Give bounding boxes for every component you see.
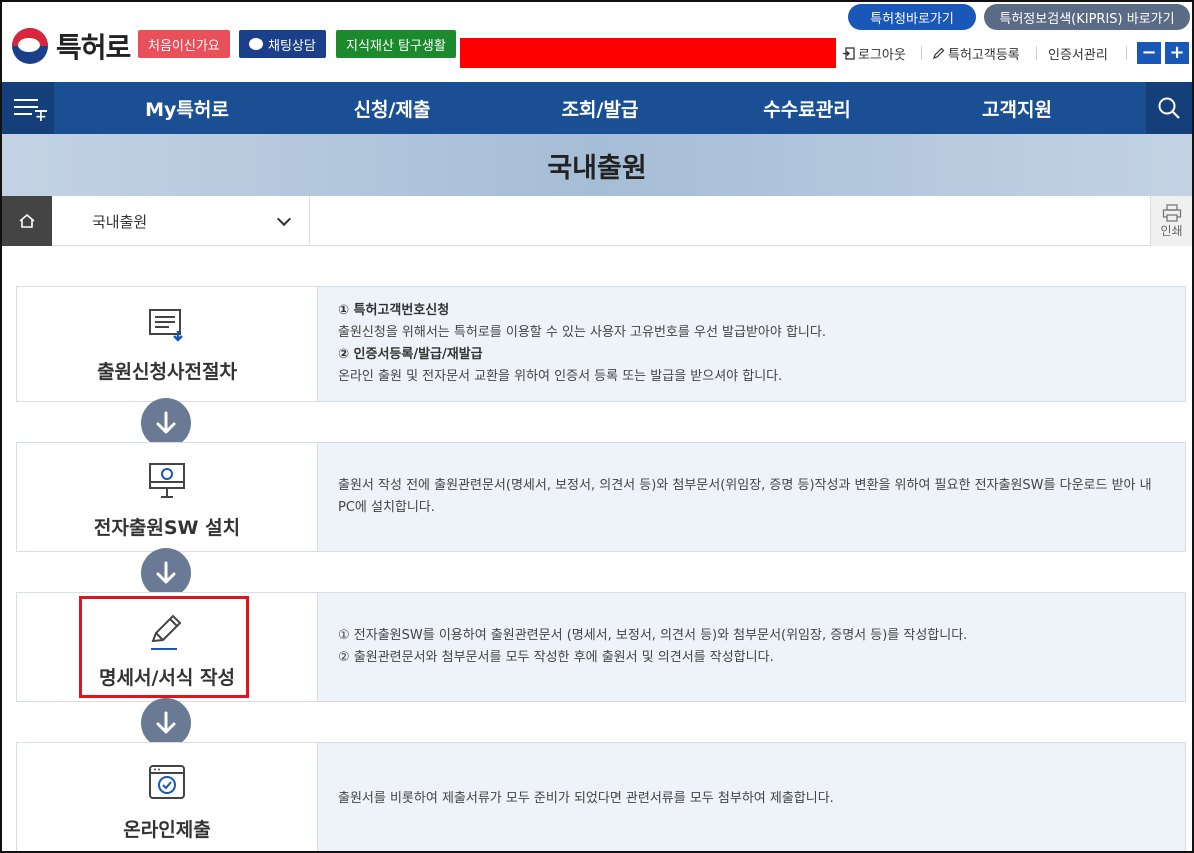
logout-link[interactable]: 로그아웃 xyxy=(842,44,906,63)
step-text: 출원서 작성 전에 출원관련문서(명세서, 보정서, 의견서 등)와 첨부문서(… xyxy=(338,478,1152,515)
step-left-panel: 전자출원SW 설치 xyxy=(17,443,317,551)
util-divider xyxy=(1126,46,1127,60)
main-nav: + My특허로 신청/제출 조회/발급 수수료관리 고객지원 xyxy=(2,82,1192,134)
zoom-out-button[interactable]: − xyxy=(1137,42,1161,64)
chat-bubble-icon xyxy=(249,38,263,50)
step-text: 출원신청을 위해서는 특허로를 이용할 수 있는 사용자 고유번호를 우선 발급… xyxy=(338,325,826,340)
home-icon xyxy=(19,213,35,228)
site-logo[interactable]: 특허로 xyxy=(12,26,131,66)
nav-my-patent[interactable]: My특허로 xyxy=(112,82,262,134)
search-button[interactable] xyxy=(1146,82,1192,134)
step-title: 출원신청사전절차 xyxy=(97,361,237,383)
taegeuk-logo-icon xyxy=(12,28,48,64)
step-description: 출원서를 비롯하여 제출서류가 모두 준비가 되었다면 관련서류를 모두 첨부하… xyxy=(317,743,1185,851)
nav-apply-submit[interactable]: 신청/제출 xyxy=(317,82,467,134)
logout-icon xyxy=(843,47,855,60)
browser-check-icon xyxy=(149,765,185,799)
page-frame: 특허로 처음이신가요 채팅상담 지식재산 탐구생활 특허청바로가기 특허정보검색… xyxy=(0,0,1194,853)
kipris-shortcut-button[interactable]: 특허정보검색(KIPRIS) 바로가기 xyxy=(984,4,1190,30)
step-subheading: ① 특허고객번호신청 xyxy=(338,303,450,318)
redacted-block xyxy=(460,38,836,68)
step-left-panel: 출원신청사전절차 xyxy=(17,287,317,401)
arrow-down-icon xyxy=(141,548,191,598)
arrow-down-icon xyxy=(141,698,191,748)
step-description: ① 전자출원SW를 이용하여 출원관련문서 (명세서, 보정서, 의견서 등)와… xyxy=(317,593,1185,701)
ip-explore-button[interactable]: 지식재산 탐구생활 xyxy=(336,30,456,58)
step-text: ② 출원관련문서와 첨부문서를 모두 작성한 후에 출원서 및 의견서를 작성합… xyxy=(338,650,774,665)
step-title: 온라인제출 xyxy=(123,819,211,841)
document-download-icon xyxy=(149,309,183,342)
computer-monitor-icon xyxy=(149,463,185,498)
nav-inquiry-issue[interactable]: 조회/발급 xyxy=(525,82,675,134)
kipo-shortcut-button[interactable]: 특허청바로가기 xyxy=(848,4,976,30)
page-title: 국내출원 xyxy=(547,152,647,184)
util-divider xyxy=(921,46,922,60)
print-button[interactable]: 인쇄 xyxy=(1150,196,1192,246)
logo-text: 특허로 xyxy=(56,31,131,64)
step-text: ① 전자출원SW를 이용하여 출원관련문서 (명세서, 보정서, 의견서 등)와… xyxy=(338,628,968,643)
highlight-box xyxy=(79,596,249,698)
top-header: 특허로 처음이신가요 채팅상담 지식재산 탐구생활 특허청바로가기 특허정보검색… xyxy=(2,2,1192,82)
cert-manage-link[interactable]: 인증서관리 xyxy=(1048,44,1108,63)
breadcrumb: 국내출원 인쇄 xyxy=(2,196,1192,246)
pencil-small-icon xyxy=(933,47,945,59)
step-description: 출원서 작성 전에 출원관련문서(명세서, 보정서, 의견서 등)와 첨부문서(… xyxy=(317,443,1185,551)
step-text: 출원서를 비롯하여 제출서류가 모두 준비가 되었다면 관련서류를 모두 첨부하… xyxy=(338,791,834,806)
step-online-submit: 온라인제출 출원서를 비롯하여 제출서류가 모두 준비가 되었다면 관련서류를 … xyxy=(16,742,1186,851)
step-description: ① 특허고객번호신청 출원신청을 위해서는 특허로를 이용할 수 있는 사용자 … xyxy=(317,287,1185,401)
menu-toggle-button[interactable]: + xyxy=(2,82,54,134)
step-subheading: ② 인증서등록/발급/재발급 xyxy=(338,347,483,362)
step-pre-procedure: 출원신청사전절차 ① 특허고객번호신청 출원신청을 위해서는 특허로를 이용할 … xyxy=(16,286,1186,402)
step-install-sw: 전자출원SW 설치 출원서 작성 전에 출원관련문서(명세서, 보정서, 의견서… xyxy=(16,442,1186,552)
customer-register-link[interactable]: 특허고객등록 xyxy=(932,44,1020,63)
hamburger-icon: + xyxy=(14,99,47,124)
step-title: 전자출원SW 설치 xyxy=(93,517,241,539)
home-button[interactable] xyxy=(2,196,52,246)
step-left-panel: 온라인제출 xyxy=(17,743,317,851)
breadcrumb-select[interactable]: 국내출원 xyxy=(52,196,310,246)
util-divider xyxy=(1036,46,1037,60)
arrow-down-icon xyxy=(141,398,191,448)
page-banner: 국내출원 xyxy=(2,134,1192,196)
step-text: 온라인 출원 및 전자문서 교환을 위하여 인증서 등록 또는 발급을 받으셔야… xyxy=(338,369,783,384)
chat-consult-button[interactable]: 채팅상담 xyxy=(239,30,326,58)
printer-icon xyxy=(1162,203,1181,222)
nav-fee-manage[interactable]: 수수료관리 xyxy=(732,82,882,134)
search-icon xyxy=(1158,97,1180,119)
zoom-in-button[interactable]: + xyxy=(1165,42,1189,64)
nav-customer-support[interactable]: 고객지원 xyxy=(942,82,1092,134)
first-visit-button[interactable]: 처음이신가요 xyxy=(138,30,230,58)
chevron-down-icon xyxy=(276,211,292,227)
